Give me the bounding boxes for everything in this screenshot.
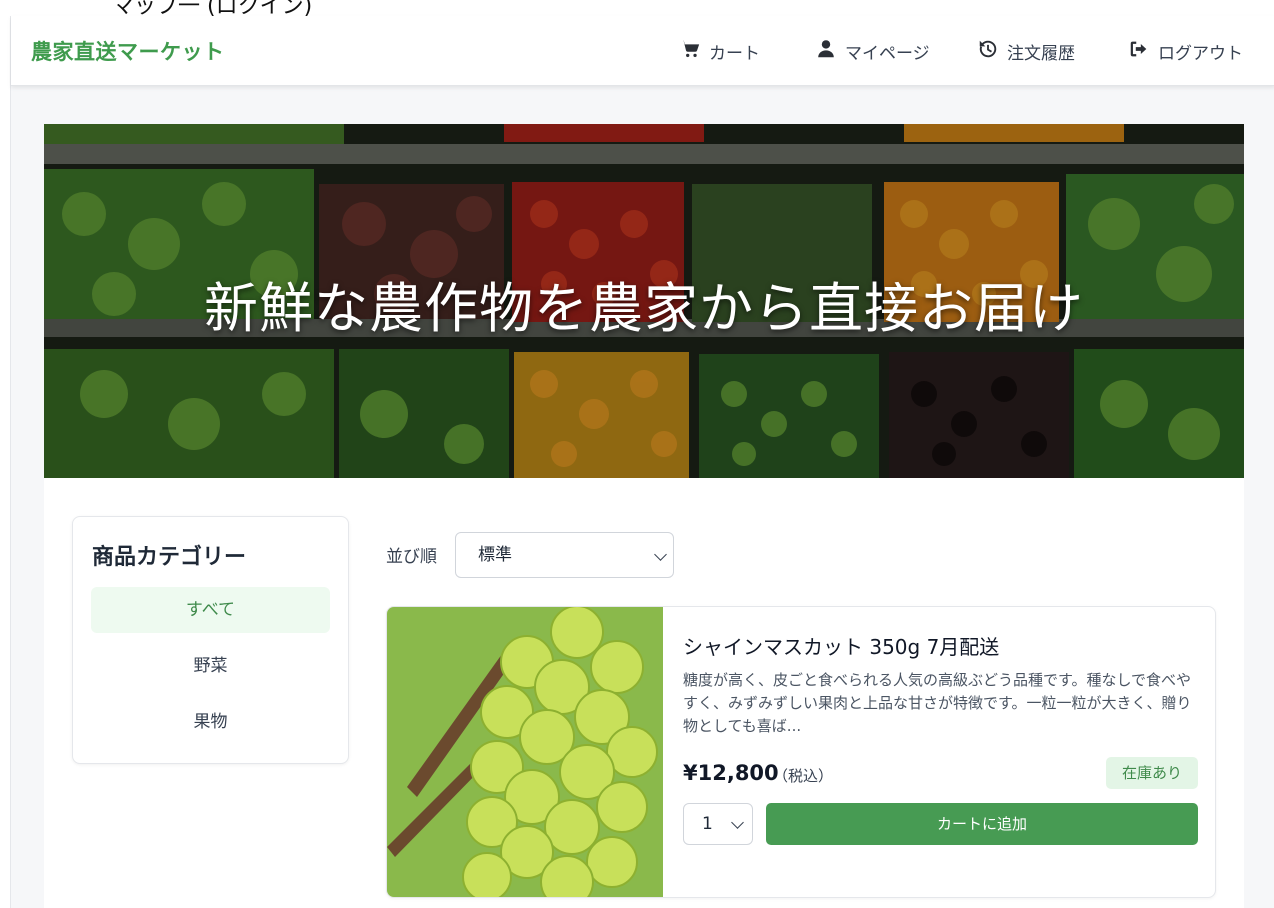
nav-cart-label: カート (709, 44, 760, 64)
nav-logout-label: ログアウト (1158, 44, 1243, 64)
category-sidebar: 商品カテゴリー すべて 野菜 果物 (72, 516, 349, 764)
sort-select[interactable]: 標準 (455, 532, 674, 578)
navbar: 農家直送マーケット カート マイページ 注文履歴 ログアウト (11, 16, 1274, 86)
nav-logout-link[interactable]: ログアウト (1128, 38, 1243, 65)
user-icon (815, 38, 837, 65)
product-card: シャインマスカット 350g 7月配送 糖度が高く、皮ごと食べられる人気の高級ぶ… (386, 606, 1216, 898)
product-name[interactable]: シャインマスカット 350g 7月配送 (683, 631, 999, 660)
nav-orders-link[interactable]: 注文履歴 (977, 38, 1075, 65)
nav-mypage-link[interactable]: マイページ (815, 38, 930, 65)
nav-cart-link[interactable]: カート (679, 38, 760, 65)
add-to-cart-button[interactable]: カートに追加 (766, 803, 1198, 845)
sort-label: 並び順 (386, 547, 437, 567)
nav-mypage-label: マイページ (845, 44, 930, 64)
tax-note: （税込） (773, 767, 834, 785)
category-item-vegetables[interactable]: 野菜 (91, 643, 330, 689)
app-frame: 農家直送マーケット カート マイページ 注文履歴 ログアウト 新鮮な農作物を農家… (10, 16, 1274, 908)
main-content: 商品カテゴリー すべて 野菜 果物 並び順 標準 シャインマスカット 350g … (44, 478, 1244, 908)
category-title: 商品カテゴリー (92, 545, 247, 570)
stock-badge: 在庫あり (1106, 757, 1198, 789)
category-item-all[interactable]: すべて (91, 587, 330, 633)
nav-orders-label: 注文履歴 (1007, 44, 1075, 64)
brand-logo[interactable]: 農家直送マーケット (31, 36, 225, 66)
chevron-down-icon (731, 816, 744, 829)
chevron-down-icon (654, 548, 667, 561)
product-price: ¥12,800 (683, 761, 779, 785)
product-image[interactable] (387, 607, 663, 898)
hero-title: 新鮮な農作物を農家から直接お届け (204, 277, 1084, 340)
quantity-select[interactable]: 1 (683, 803, 753, 845)
category-item-fruits[interactable]: 果物 (91, 699, 330, 745)
cart-icon (679, 38, 701, 65)
history-icon (977, 38, 999, 65)
sort-selected-value: 標準 (478, 545, 512, 565)
hero-banner: 新鮮な農作物を農家から直接お届け (44, 124, 1244, 478)
logout-icon (1128, 38, 1150, 65)
product-description: 糖度が高く、皮ごと食べられる人気の高級ぶどう品種です。種なしで食べやすく、みずみ… (683, 671, 1192, 735)
quantity-value: 1 (702, 814, 713, 834)
